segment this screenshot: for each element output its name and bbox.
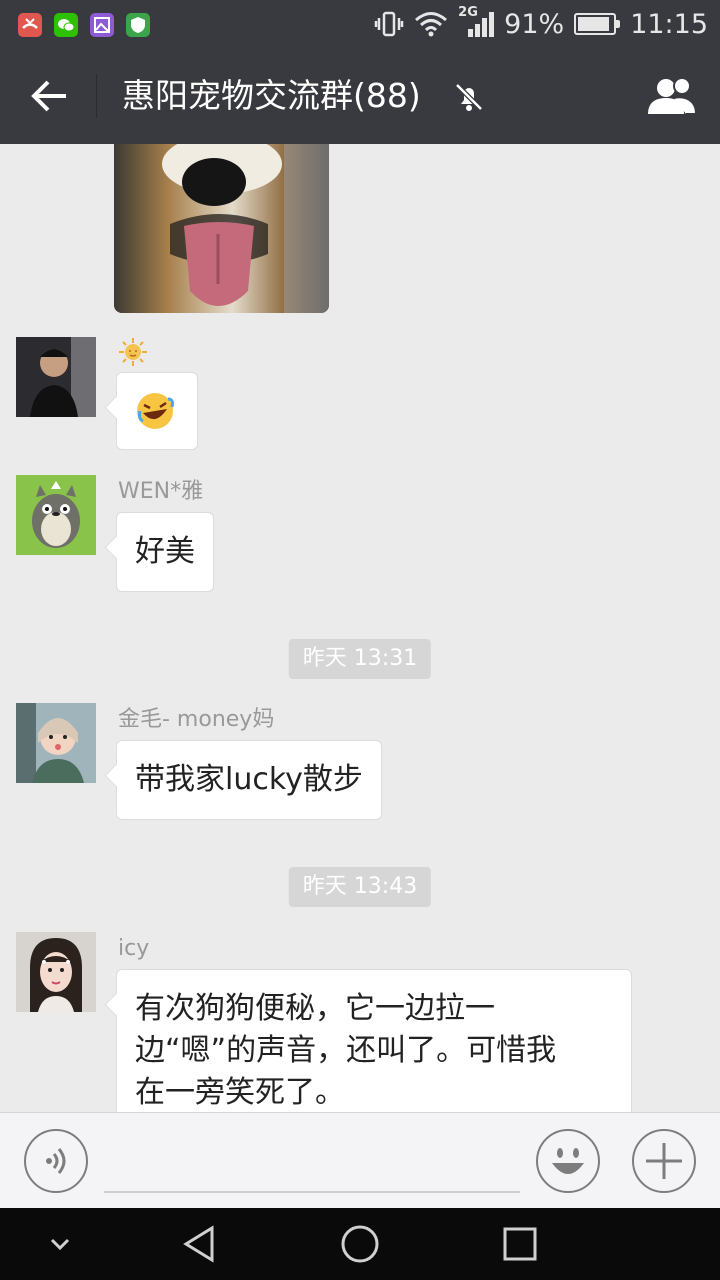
plus-icon [646, 1143, 682, 1179]
arrow-left-icon[interactable] [30, 78, 70, 114]
message-bubble[interactable]: 有次狗狗便秘，它一边拉一 边“嗯”的声音，还叫了。可惜我 在一旁笑死了。 [116, 969, 632, 1112]
sender-name: icy [118, 936, 150, 961]
avatar[interactable] [16, 337, 96, 417]
dog-photo[interactable] [114, 144, 329, 313]
message-input[interactable] [104, 1191, 520, 1193]
input-bar [0, 1112, 720, 1208]
message-text: 好美 [135, 534, 195, 569]
chat-title: 惠阳宠物交流群(88) [122, 76, 421, 115]
chat-area[interactable]: WEN*雅 好美 昨天 13:31 金毛- money妈 带我家lucky散步 … [0, 144, 720, 1112]
wifi-icon [415, 12, 448, 37]
chevron-down-icon[interactable] [40, 1224, 80, 1264]
voice-button[interactable] [24, 1129, 88, 1193]
wechat-icon [54, 13, 78, 37]
header-divider [96, 74, 97, 118]
gallery-icon [90, 13, 114, 37]
avatar[interactable] [16, 703, 96, 783]
system-nav-bar [0, 1208, 720, 1280]
message-text: 带我家lucky散步 [135, 762, 363, 797]
missed-call-icon [18, 13, 42, 37]
message-line: 在一旁笑死了。 [135, 1075, 345, 1110]
timestamp: 昨天 13:43 [288, 867, 432, 907]
battery-percent: 91% [504, 8, 565, 40]
message-line: 有次狗狗便秘，它一边拉一 [135, 991, 495, 1026]
message-bubble-emoji[interactable] [116, 372, 198, 450]
avatar[interactable] [16, 932, 96, 1012]
battery-icon [574, 13, 621, 35]
message-line: 边“嗯”的声音，还叫了。可惜我 [135, 1033, 557, 1068]
back-triangle-icon[interactable] [180, 1224, 220, 1264]
chat-header: 惠阳宠物交流群(88) [0, 48, 720, 144]
timestamp: 昨天 13:31 [288, 639, 432, 679]
message-bubble[interactable]: 带我家lucky散步 [116, 740, 382, 820]
status-bar: 2G 91% 11:15 [0, 0, 720, 48]
voice-icon [46, 1148, 66, 1174]
rofl-emoji [137, 393, 174, 429]
message-bubble[interactable]: 好美 [116, 512, 214, 592]
smiley-icon [552, 1148, 584, 1174]
network-type-label: 2G [458, 5, 478, 20]
signal-icon: 2G [458, 5, 495, 39]
clock: 11:15 [630, 8, 708, 40]
emoji-button[interactable] [536, 1129, 600, 1193]
sender-name: WEN*雅 [118, 479, 204, 504]
shield-icon [126, 13, 150, 37]
avatar[interactable] [16, 475, 96, 555]
group-members-icon[interactable] [644, 76, 700, 116]
bell-muted-icon [455, 83, 483, 111]
sender-name: 金毛- money妈 [118, 707, 275, 732]
home-circle-icon[interactable] [340, 1224, 380, 1264]
vibrate-icon [374, 11, 404, 37]
recents-square-icon[interactable] [500, 1224, 540, 1264]
more-button[interactable] [632, 1129, 696, 1193]
sun-emoji [118, 337, 148, 367]
